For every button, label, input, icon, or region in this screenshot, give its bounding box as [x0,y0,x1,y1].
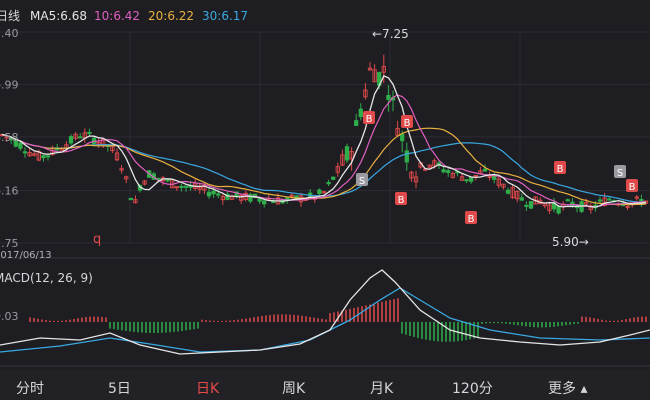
candle-body [257,198,262,202]
sell-signal-badge: S [614,165,626,179]
candle-body [400,133,405,142]
ma-legend-item-3: 30:6.17 [202,9,248,23]
candle-body [607,198,612,201]
tab-daily-k[interactable]: 日K [196,378,219,398]
svg-text:B: B [629,182,636,193]
tab-more[interactable]: 更多 ▴ [548,378,587,398]
buy-signal-badge: B [554,161,566,175]
macd-title: MACD(12, 26, 9) [0,271,93,285]
candle-body [505,189,511,194]
ma-legend-item-2: 20:6.22 [148,9,194,23]
candle-body [183,185,189,188]
candle-body [482,168,488,172]
price-tick-label: 6.99 [0,78,19,91]
candle-body [262,200,267,205]
date-label: 2017/06/13 [0,250,52,261]
candle-body [386,94,391,100]
price-tick-label: 7.40 [0,27,19,40]
candle-body [528,201,534,209]
macd-dif-line [0,269,650,355]
candle-body [556,205,561,214]
svg-text:B: B [398,195,405,206]
candle-body [78,136,83,139]
sell-signal-badge: S [356,173,368,187]
buy-signal-badge: B [626,179,638,193]
candle-body [18,142,23,149]
svg-text:S: S [617,168,623,179]
buy-signal-badge: B [395,192,407,206]
candle-body [326,182,331,185]
buy-signal-badge: B [465,211,477,225]
tab-weekly-k[interactable]: 周K [282,378,305,398]
svg-text:B: B [366,114,373,125]
ma-legend-item-1: 10:6.42 [94,9,140,23]
candle-body [524,204,529,207]
candle-body [441,169,446,173]
svg-text:B: B [404,118,411,129]
candle-body [404,150,409,163]
period-tab-bar: 分时 5日 日K 周K 月K 120分 更多 ▴ [0,370,650,400]
candle-body [41,155,46,159]
candle-body [128,197,133,201]
ma-legend-item-0: MA5:6.68 [30,9,87,23]
candle-body [45,155,51,158]
buy-signal-badge: B [401,115,413,129]
stock-chart-screen: 日线 MA5:6.68 10:6.42 20:6.22 30:6.17 7.40 6.99 6… [0,0,650,400]
tab-monthly-k[interactable]: 月K [370,378,393,398]
svg-text:B: B [468,214,475,225]
svg-text:S: S [359,176,365,187]
buy-signal-badge: B [363,111,375,125]
price-tick-label: 5.75 [0,237,19,250]
candle-body [68,136,74,144]
candle-body [87,131,92,134]
price-tick-label: 6.58 [0,131,19,144]
tab-5day[interactable]: 5日 [108,378,131,398]
candle-body [211,190,216,195]
candle-body [519,197,524,201]
candle-body [464,179,469,182]
svg-text:B: B [557,164,564,175]
candle-body [446,170,451,173]
candle-body [358,108,363,118]
low-price-annotation: 5.90→ [552,235,589,249]
macd-histogram [29,298,647,342]
candlestick-chart[interactable]: 日线 MA5:6.68 10:6.42 20:6.22 30:6.17 7.40 6.99 6… [0,0,650,370]
candle-body [597,199,603,202]
period-label: 日线 [0,9,20,23]
candle-body [216,193,221,196]
candle-body [317,189,322,195]
candle-body [354,120,359,126]
candle-body [22,151,28,154]
macd-level-label: 0.03 [0,310,19,323]
candle-body [179,185,184,188]
candle-body [344,146,350,161]
tab-intraday[interactable]: 分时 [16,378,44,398]
candle-body [206,191,212,197]
candle-body [331,176,336,180]
high-price-annotation: ←7.25 [372,27,409,41]
candle-body [565,199,570,202]
q-marker: q [93,232,101,247]
tab-120min[interactable]: 120分 [452,378,493,398]
price-tick-label: 6.16 [0,185,19,198]
ma10-line [1,94,646,208]
candle-body [165,179,170,182]
